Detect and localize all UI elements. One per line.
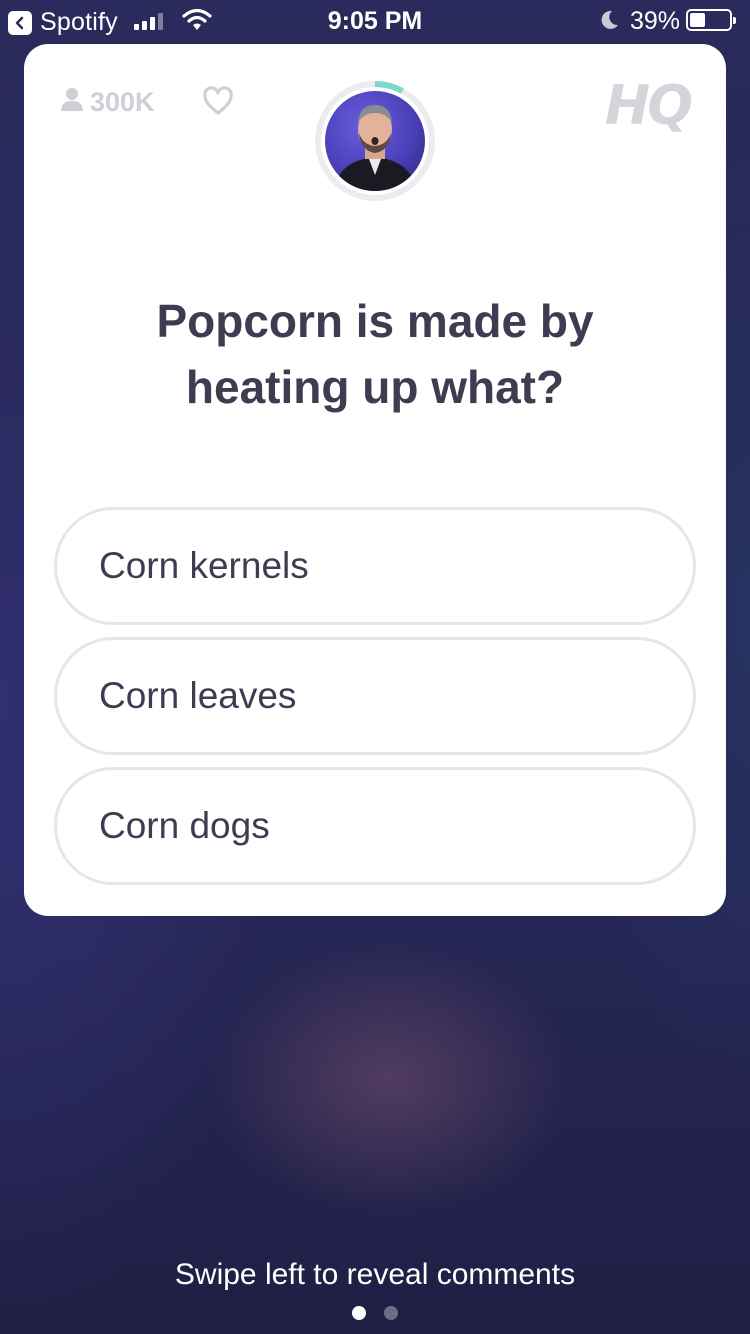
person-icon: [60, 86, 84, 119]
viewer-count: 300K: [60, 86, 155, 119]
answer-option-1[interactable]: Corn kernels: [54, 507, 696, 625]
page-dot-2[interactable]: [384, 1306, 398, 1320]
answer-option-3[interactable]: Corn dogs: [54, 767, 696, 885]
host-video-avatar: [314, 80, 436, 202]
hq-logo: HQ: [604, 74, 693, 137]
answer-option-2[interactable]: Corn leaves: [54, 637, 696, 755]
answer-label: Corn leaves: [99, 675, 297, 716]
status-bar: Spotify 9:05 PM 39%: [0, 0, 750, 40]
swipe-hint: Swipe left to reveal comments: [174, 1258, 576, 1291]
page-indicator[interactable]: [0, 1306, 750, 1320]
battery-icon: [686, 9, 736, 31]
answer-label: Corn dogs: [99, 805, 270, 846]
question-text: Popcorn is made by heating up what?: [156, 295, 594, 413]
question-card: 300K HQ Popcorn is made by heating up wh…: [24, 44, 726, 916]
viewer-count-label: 300K: [90, 87, 155, 117]
battery-fill: [690, 13, 705, 27]
answer-list: Corn kernels Corn leaves Corn dogs: [54, 507, 696, 897]
page-dot-1[interactable]: [352, 1306, 366, 1320]
answer-label: Corn kernels: [99, 545, 309, 586]
do-not-disturb-moon-icon: [598, 8, 620, 39]
heart-icon[interactable]: [202, 86, 234, 121]
battery-percentage: 39%: [630, 7, 681, 35]
host-photo: [325, 91, 425, 191]
